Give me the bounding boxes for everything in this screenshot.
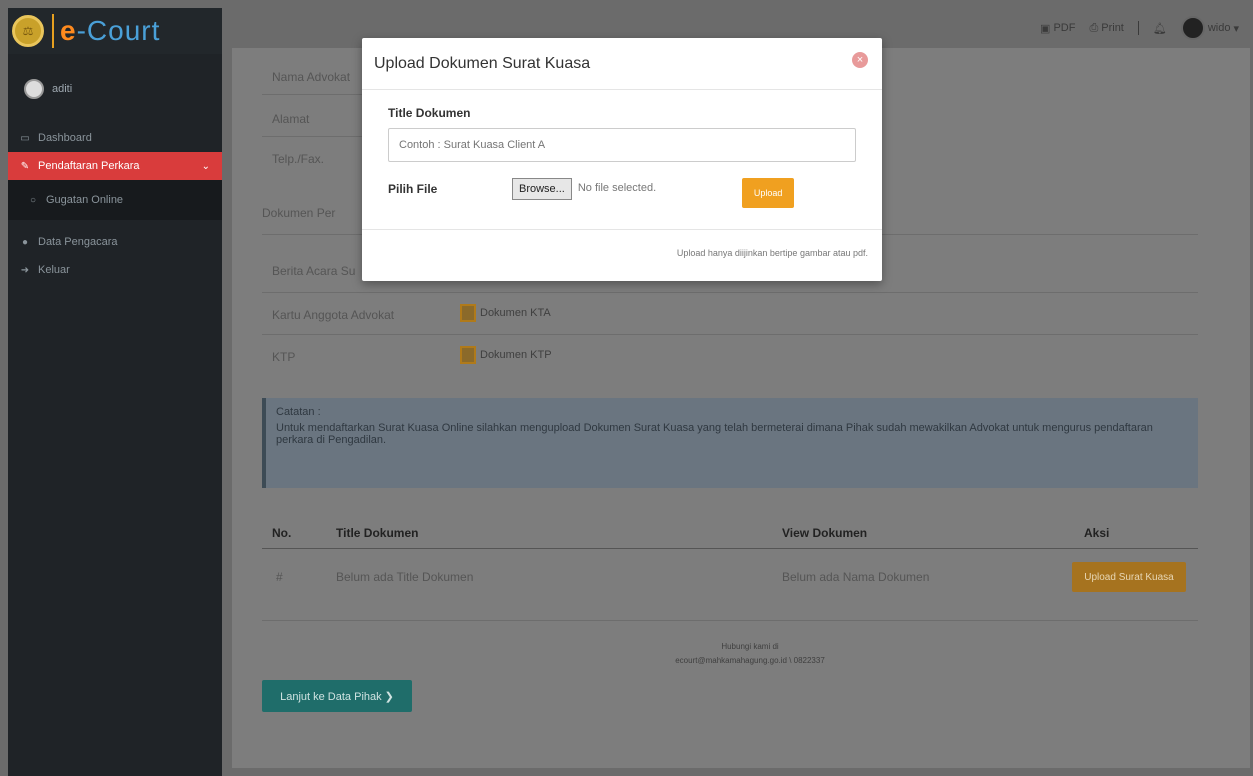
caret-down-icon: ▾	[1233, 22, 1239, 35]
modal-footer-note: Upload hanya diijinkan bertipe gambar at…	[676, 248, 868, 258]
table-cell-no: #	[276, 570, 283, 584]
next-data-pihak-button[interactable]: Lanjut ke Data Pihak ❯	[262, 680, 412, 712]
table-cell-view: Belum ada Nama Dokumen	[782, 570, 930, 584]
note-callout: Catatan : Untuk mendaftarkan Surat Kuasa…	[262, 398, 1198, 488]
sidebar-item-label: Gugatan Online	[46, 194, 124, 206]
sidebar-item-label: Pendaftaran Perkara	[38, 160, 140, 172]
circle-icon: ○	[29, 194, 37, 206]
note-title: Catatan :	[276, 406, 321, 418]
topbar-divider	[1137, 21, 1139, 35]
user-icon: ●	[21, 236, 29, 248]
user-menu[interactable]: wido ▾	[1180, 16, 1239, 40]
sidebar-item-gugatan-online[interactable]: ○ Gugatan Online	[8, 180, 222, 220]
table-header-no: No.	[272, 526, 292, 540]
label-ktp: KTP	[272, 350, 296, 364]
pdf-button[interactable]: ▣ PDF	[1040, 22, 1075, 35]
label-berita-acara: Berita Acara Su	[272, 264, 356, 278]
table-header-aksi: Aksi	[1084, 526, 1110, 540]
upload-button[interactable]: Upload	[742, 178, 795, 208]
monitor-icon: ▭	[20, 132, 30, 144]
close-icon[interactable]: ×	[852, 52, 868, 68]
table-cell-title: Belum ada Title Dokumen	[336, 570, 474, 584]
brand: ⚖ e-Court	[8, 8, 222, 54]
avatar	[24, 79, 44, 99]
sidebar-item-label: Data Pengacara	[38, 236, 118, 248]
court-logo-icon: ⚖	[12, 15, 44, 47]
modal-header: Upload Dokumen Surat Kuasa	[362, 38, 882, 90]
chevron-down-icon: ⌄	[201, 160, 210, 172]
dokumen-ktp-link[interactable]: Dokumen KTP	[460, 346, 552, 364]
sidebar-item-label: Dashboard	[38, 132, 92, 144]
table-header-view: View Dokumen	[782, 526, 868, 540]
section-title: Dokumen Per	[262, 206, 336, 220]
sidebar-user-name: aditi	[52, 83, 73, 95]
sidebar-item-data-pengacara[interactable]: ● Data Pengacara	[8, 228, 222, 256]
table-header-title: Title Dokumen	[336, 526, 419, 540]
footer-line1: Hubungi kami di	[721, 642, 779, 651]
notification-bell-icon[interactable]: 🔔︎	[1153, 22, 1167, 35]
modal-title: Upload Dokumen Surat Kuasa	[374, 54, 591, 72]
document-icon	[460, 304, 476, 322]
sidebar-item-keluar[interactable]: ➜ Keluar	[8, 256, 222, 284]
pilih-file-label: Pilih File	[388, 182, 438, 196]
sidebar-item-pendaftaran-perkara[interactable]: ✎ Pendaftaran Perkara ⌄	[8, 152, 222, 180]
edit-icon: ✎	[20, 160, 30, 172]
document-icon	[460, 346, 476, 364]
logout-icon: ➜	[20, 264, 30, 276]
sidebar-item-label: Keluar	[38, 264, 70, 276]
footer-line2: ecourt@mahkamahagung.go.id \ 0822337	[675, 656, 825, 665]
dokumen-kta-link[interactable]: Dokumen KTA	[460, 304, 551, 322]
modal-body: Title Dokumen Pilih File Browse... No fi…	[362, 90, 882, 230]
brand-title: e-Court	[60, 15, 161, 46]
printer-icon: ⎙	[1089, 21, 1099, 34]
label-kartu-anggota: Kartu Anggota Advokat	[272, 308, 395, 322]
upload-surat-kuasa-button[interactable]: Upload Surat Kuasa	[1072, 562, 1186, 592]
avatar	[1180, 16, 1205, 40]
title-dokumen-input[interactable]	[388, 128, 856, 162]
upload-modal: Upload Dokumen Surat Kuasa × Title Dokum…	[362, 38, 882, 281]
no-file-text: No file selected.	[577, 182, 657, 194]
title-dokumen-label: Title Dokumen	[388, 106, 471, 120]
file-row: Pilih File Browse... No file selected. U…	[388, 178, 856, 212]
label-nama-advokat: Nama Advokat	[272, 70, 351, 84]
label-alamat: Alamat	[272, 112, 310, 126]
sidebar-item-dashboard[interactable]: ▭ Dashboard	[8, 124, 222, 152]
brand-divider	[52, 14, 54, 48]
browse-button[interactable]: Browse...	[512, 178, 572, 200]
user-panel: aditi	[8, 54, 222, 124]
footer: Hubungi kami di ecourt@mahkamahagung.go.…	[600, 640, 900, 668]
sidebar: ⚖ e-Court aditi ▭ Dashboard ✎ Pendaftara…	[8, 8, 222, 776]
note-text: Untuk mendaftarkan Surat Kuasa Online si…	[276, 422, 1153, 446]
print-button[interactable]: ⎙ Print	[1089, 22, 1123, 35]
label-telp-fax: Telp./Fax.	[272, 152, 325, 166]
pdf-icon: ▣	[1040, 22, 1051, 35]
